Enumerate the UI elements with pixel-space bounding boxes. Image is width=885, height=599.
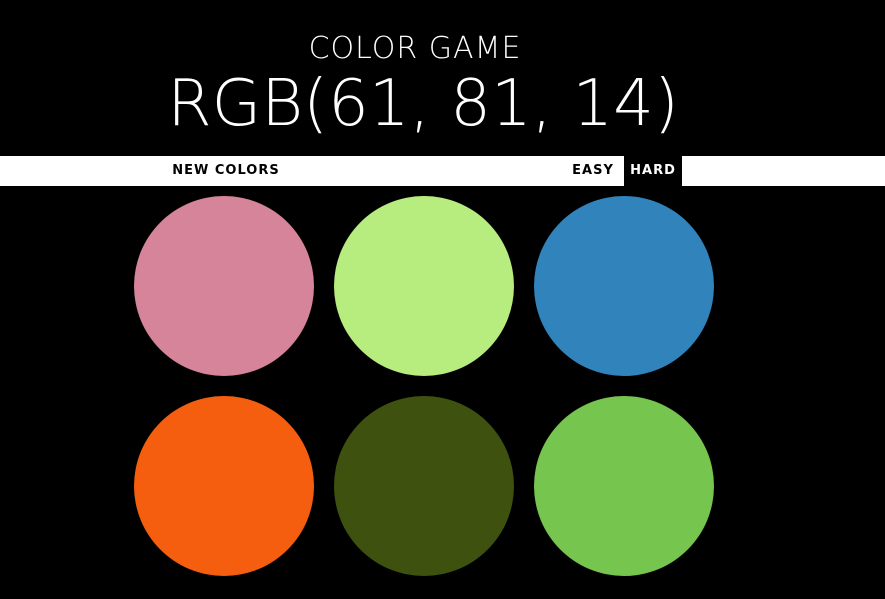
game-header: COLOR GAME RGB(61, 81, 14) bbox=[0, 0, 885, 156]
color-circle[interactable] bbox=[534, 196, 714, 376]
control-bar: NEW COLORS EASY HARD bbox=[0, 156, 885, 186]
color-circle[interactable] bbox=[334, 396, 514, 576]
color-grid bbox=[0, 186, 885, 599]
color-circle[interactable] bbox=[334, 196, 514, 376]
new-colors-button[interactable]: NEW COLORS bbox=[166, 156, 286, 186]
color-circle[interactable] bbox=[134, 196, 314, 376]
color-circle[interactable] bbox=[134, 396, 314, 576]
game-title: COLOR GAME bbox=[308, 31, 522, 66]
target-color-display: RGB(61, 81, 14) bbox=[167, 67, 679, 141]
easy-mode-button[interactable]: EASY bbox=[565, 156, 621, 186]
hard-mode-button[interactable]: HARD bbox=[624, 156, 682, 186]
color-circle[interactable] bbox=[534, 396, 714, 576]
